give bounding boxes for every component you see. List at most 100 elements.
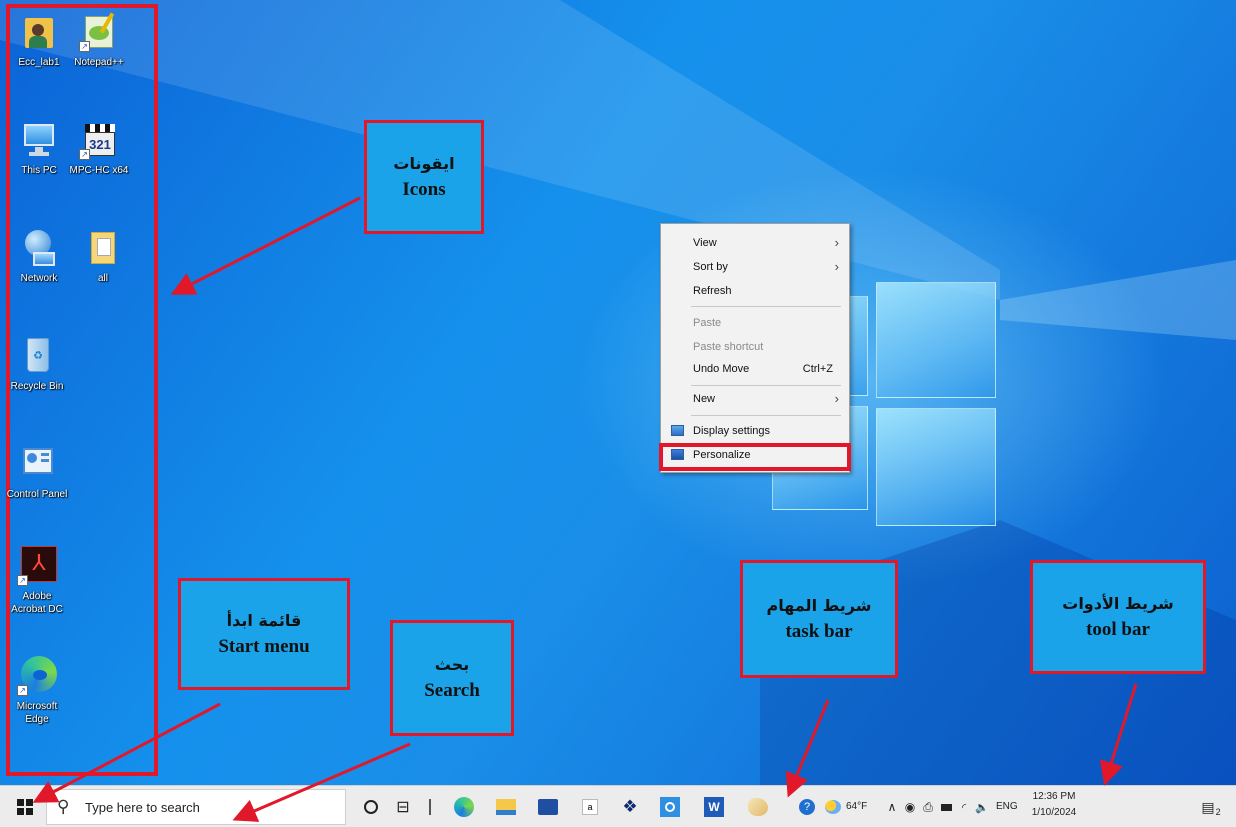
menu-item-sort-by[interactable]: Sort by ›	[661, 256, 849, 278]
tray-volume-button[interactable]: 🔈	[974, 786, 990, 827]
callout-english-text: tool bar	[1086, 619, 1150, 640]
callout-english-text: task bar	[785, 621, 853, 642]
desktop-icon-microsoft-edge[interactable]: ↗ Microsoft Edge	[6, 656, 68, 726]
callout-arabic-text: شريط المهام	[766, 596, 872, 615]
menu-item-label: View	[693, 237, 717, 249]
desktop-icon-mpc-hc[interactable]: 321 ↗ MPC-HC x64	[68, 120, 130, 177]
wallpaper-logo-pane	[876, 282, 996, 398]
callout-arabic-text: شريط الأدوات	[1062, 594, 1174, 613]
start-button[interactable]	[10, 786, 40, 827]
icon-label: Microsoft Edge	[16, 701, 58, 725]
desktop-icon-notepad-plus-plus[interactable]: ↗ Notepad++	[68, 12, 130, 69]
desktop-icon-adobe-acrobat[interactable]: ⅄ ↗ Adobe Acrobat DC	[6, 546, 68, 616]
desktop[interactable]: Ecc_lab1 ↗ Notepad++ This PC 321 ↗ MPC-H…	[0, 0, 1236, 785]
chevron-right-icon: ›	[834, 259, 839, 274]
word-icon: W	[704, 797, 724, 817]
search-icon: ⚲	[57, 797, 70, 816]
desktop-context-menu: View › Sort by › Refresh Paste Paste sho…	[659, 223, 851, 473]
menu-separator	[691, 306, 841, 307]
help-icon: ?	[799, 799, 815, 815]
task-view-button[interactable]: ⊟	[388, 786, 418, 827]
mail-icon	[538, 799, 558, 815]
taskbar-app-amazon[interactable]: a	[572, 786, 608, 827]
taskbar-app-edge[interactable]	[446, 786, 482, 827]
taskbar-app-dropbox[interactable]: ❖	[612, 786, 648, 827]
taskbar-search-box[interactable]: ⚲ Type here to search	[46, 789, 346, 825]
taskbar-app-mail[interactable]	[530, 786, 566, 827]
desktop-icon-control-panel[interactable]: Control Panel	[6, 444, 68, 501]
tray-battery-button[interactable]	[938, 786, 954, 827]
callout-arabic-text: ايقونات	[393, 154, 455, 173]
paint-icon	[748, 798, 768, 816]
menu-item-paste-shortcut[interactable]: Paste shortcut	[661, 336, 849, 358]
desktop-icon-this-pc[interactable]: This PC	[8, 120, 70, 177]
display-icon	[671, 425, 684, 436]
taskbar-app-file-explorer[interactable]	[488, 786, 524, 827]
dropbox-icon: ❖	[622, 797, 638, 816]
desktop-icon-ecc-lab1[interactable]: Ecc_lab1	[8, 12, 70, 69]
weather-icon	[825, 800, 841, 814]
menu-item-paste[interactable]: Paste	[661, 312, 849, 334]
desktop-icon-recycle-bin[interactable]: ♻ Recycle Bin	[6, 336, 68, 393]
icon-label: This PC	[21, 165, 57, 176]
chevron-up-icon: ∧	[887, 800, 897, 814]
show-hidden-icons-button[interactable]: ∧	[884, 786, 900, 827]
language-indicator[interactable]: ENG	[996, 801, 1018, 812]
taskbar-app-paint[interactable]	[740, 786, 776, 827]
cortana-circle-icon	[364, 800, 378, 814]
shortcut-arrow-icon: ↗	[79, 41, 90, 52]
monitor-icon	[19, 120, 59, 160]
clock-time: 12:36 PM	[1032, 791, 1076, 802]
device-icon: ⎙	[923, 799, 933, 814]
menu-item-shortcut: Ctrl+Z	[802, 363, 833, 375]
notification-icon: ▤	[1201, 798, 1215, 815]
personalize-highlight-frame	[659, 443, 851, 471]
callout-english-text: Start menu	[218, 636, 310, 657]
menu-item-new[interactable]: New ›	[661, 388, 849, 410]
taskbar-app-word[interactable]: W	[696, 786, 732, 827]
weather-button[interactable]	[822, 786, 844, 827]
file-explorer-icon	[496, 799, 516, 815]
menu-item-label: Display settings	[693, 425, 771, 437]
tray-device-button[interactable]: ⎙	[920, 786, 936, 827]
desktop-icon-all[interactable]: all	[72, 228, 134, 285]
callout-arabic-text: بحث	[434, 655, 470, 674]
search-placeholder: Type here to search	[85, 800, 200, 815]
desktop-icon-network[interactable]: Network	[8, 228, 70, 285]
menu-separator	[691, 385, 841, 386]
menu-separator	[691, 415, 841, 416]
callout-english-text: Icons	[402, 179, 446, 200]
taskbar: ⚲ Type here to search ⊟ a ❖ W ? 64°F ∧ ◉…	[0, 785, 1236, 827]
recycle-bin-icon: ♻	[17, 336, 57, 376]
notifications-button[interactable]: ▤ 2	[1196, 786, 1226, 827]
menu-item-label: New	[693, 393, 716, 405]
clapperboard-icon: 321 ↗	[79, 120, 119, 160]
shortcut-arrow-icon: ↗	[17, 685, 28, 696]
tray-meet-button[interactable]: ◉	[902, 786, 918, 827]
menu-item-view[interactable]: View ›	[661, 232, 849, 254]
adobe-acrobat-icon: ⅄ ↗	[17, 546, 57, 586]
callout-arabic-text: قائمة ابدأ	[226, 611, 302, 630]
callout-tool-bar: شريط الأدوات tool bar	[1030, 560, 1206, 674]
shortcut-arrow-icon: ↗	[79, 149, 90, 160]
record-icon: ◉	[904, 800, 916, 814]
notification-count: 2	[1215, 807, 1221, 817]
taskbar-app-cortana[interactable]	[652, 786, 688, 827]
control-panel-icon	[17, 444, 57, 484]
menu-item-label: Undo Move	[693, 363, 750, 375]
menu-item-refresh[interactable]: Refresh	[661, 280, 849, 302]
cortana-circle-button[interactable]	[356, 786, 386, 827]
menu-item-display-settings[interactable]: Display settings	[661, 420, 849, 442]
menu-item-undo-move[interactable]: Undo Move Ctrl+Z	[661, 358, 849, 380]
icon-label: Network	[20, 273, 58, 284]
folder-icon	[83, 228, 123, 268]
chevron-right-icon: ›	[834, 391, 839, 406]
shortcut-arrow-icon: ↗	[17, 575, 28, 586]
chevron-right-icon: ›	[834, 235, 839, 250]
menu-item-label: Paste	[693, 317, 722, 329]
windows-logo-icon	[17, 799, 33, 815]
tray-wifi-button[interactable]: ◜	[956, 786, 972, 827]
tray-clock[interactable]: 12:36 PM 1/10/2024	[1024, 789, 1084, 821]
icon-label: Notepad++	[74, 57, 124, 68]
help-button[interactable]: ?	[796, 786, 818, 827]
